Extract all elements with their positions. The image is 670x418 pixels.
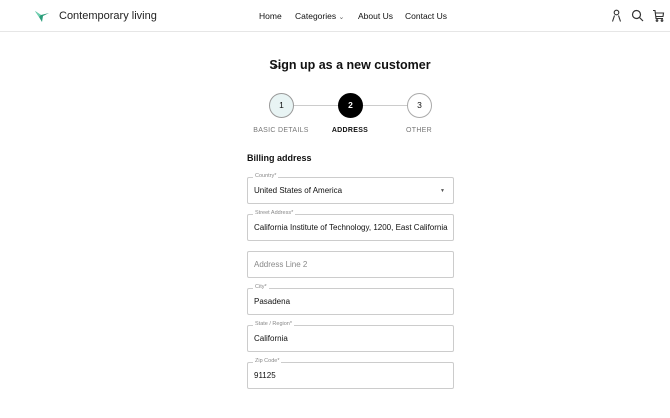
- cart-icon[interactable]: [652, 9, 665, 22]
- nav-home[interactable]: Home: [259, 11, 282, 21]
- step-connector: [294, 105, 338, 106]
- nav-categories-label: Categories: [295, 11, 337, 21]
- city-input[interactable]: [254, 297, 448, 306]
- country-select[interactable]: Country* ▼: [247, 173, 454, 204]
- nav-categories[interactable]: Categories ⌄: [295, 11, 344, 21]
- step-connector: [363, 105, 407, 106]
- country-value[interactable]: [254, 186, 448, 195]
- street-label: Street Address*: [253, 210, 296, 216]
- header: Contemporary living Home Categories ⌄ Ab…: [0, 0, 670, 32]
- step-1[interactable]: 1: [269, 93, 294, 118]
- zip-field[interactable]: Zip Code*: [247, 358, 454, 389]
- search-icon[interactable]: [631, 9, 644, 22]
- street-address-field[interactable]: Street Address*: [247, 210, 454, 241]
- dropdown-caret-icon: ▼: [440, 188, 445, 194]
- step-2[interactable]: 2: [338, 93, 363, 118]
- user-icon[interactable]: [610, 9, 623, 22]
- address-line-2-input[interactable]: [254, 260, 448, 269]
- city-label: City*: [253, 284, 269, 290]
- state-label: State / Region*: [253, 321, 294, 327]
- page-title: Sign up as a new customer: [269, 58, 431, 72]
- state-field[interactable]: State / Region*: [247, 321, 454, 352]
- step-3[interactable]: 3: [407, 93, 432, 118]
- nav-about[interactable]: About Us: [358, 11, 393, 21]
- country-label: Country*: [253, 173, 279, 179]
- city-field[interactable]: City*: [247, 284, 454, 315]
- zip-input[interactable]: [254, 371, 448, 380]
- state-input[interactable]: [254, 334, 448, 343]
- street-input[interactable]: [254, 223, 448, 232]
- brand-name[interactable]: Contemporary living: [59, 10, 157, 22]
- chevron-down-icon: ⌄: [338, 14, 345, 21]
- hummingbird-logo-icon[interactable]: [34, 8, 50, 24]
- zip-label: Zip Code*: [253, 358, 282, 364]
- section-heading: Billing address: [247, 153, 312, 163]
- step-3-label: OTHER: [406, 127, 432, 134]
- nav-contact[interactable]: Contact Us: [405, 11, 447, 21]
- address-line-2-field[interactable]: [247, 251, 454, 278]
